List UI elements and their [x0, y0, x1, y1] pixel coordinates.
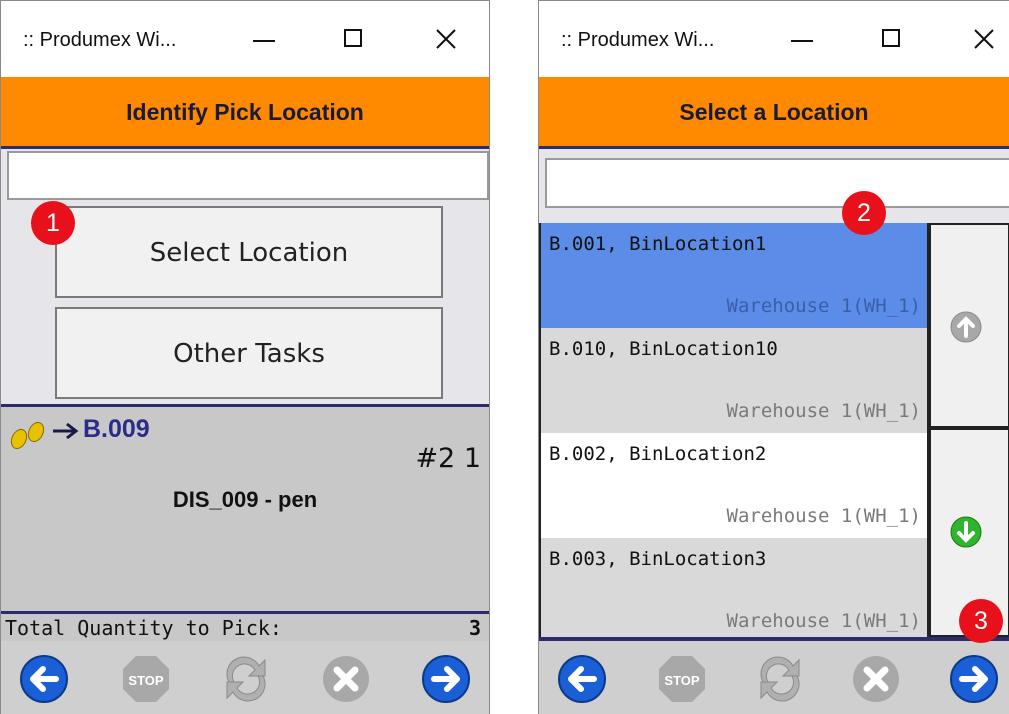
pick-location: B.009: [83, 415, 150, 443]
location-code: B.010, BinLocation10: [549, 338, 778, 360]
footsteps-icon: [10, 421, 45, 450]
location-code: B.001, BinLocation1: [549, 233, 767, 255]
screen-header: Select a Location: [539, 77, 1009, 149]
search-input[interactable]: [545, 158, 1009, 208]
arrow-right-icon: [53, 422, 79, 440]
refresh-icon[interactable]: [755, 654, 805, 704]
location-row[interactable]: B.003, BinLocation3 Warehouse 1(WH_1): [541, 538, 927, 637]
screen-title: Identify Pick Location: [126, 99, 364, 125]
step-badge-2: 2: [842, 191, 886, 235]
stop-icon[interactable]: STOP: [657, 654, 707, 704]
stop-label: STOP: [128, 673, 163, 688]
right-window: :: Produmex Wi... Select a Location B.00…: [538, 0, 1009, 714]
stop-icon[interactable]: STOP: [121, 654, 171, 704]
window-title: :: Produmex Wi...: [23, 29, 177, 51]
bottom-toolbar: STOP: [539, 641, 1009, 714]
close-icon: [974, 29, 994, 49]
minimize-button[interactable]: [243, 19, 283, 59]
title-bar: :: Produmex Wi...: [539, 1, 1009, 77]
left-window: :: Produmex Wi... Identify Pick Location…: [0, 0, 490, 714]
location-code: B.003, BinLocation3: [549, 548, 767, 570]
location-row[interactable]: B.010, BinLocation10 Warehouse 1(WH_1): [541, 328, 927, 433]
down-arrow-icon: [950, 516, 982, 548]
maximize-button[interactable]: [872, 19, 912, 59]
pick-item: DIS_009 - pen: [172, 487, 318, 512]
screen-header: Identify Pick Location: [1, 77, 489, 149]
location-warehouse: Warehouse 1(WH_1): [726, 610, 921, 632]
close-button[interactable]: [426, 19, 466, 59]
search-input[interactable]: [7, 151, 489, 200]
close-icon: [436, 29, 456, 49]
location-warehouse: Warehouse 1(WH_1): [726, 295, 921, 317]
location-list[interactable]: B.001, BinLocation1 Warehouse 1(WH_1) B.…: [539, 223, 929, 637]
up-arrow-icon: [950, 311, 982, 343]
stop-label: STOP: [664, 673, 699, 688]
location-row[interactable]: B.001, BinLocation1 Warehouse 1(WH_1): [541, 223, 927, 328]
scroll-up-button[interactable]: [929, 223, 1009, 428]
location-warehouse: Warehouse 1(WH_1): [726, 400, 921, 422]
bottom-toolbar: STOP: [1, 641, 489, 714]
window-title: :: Produmex Wi...: [561, 29, 715, 51]
minimize-button[interactable]: [781, 19, 821, 59]
refresh-icon[interactable]: [221, 654, 271, 704]
next-arrow-icon[interactable]: [949, 654, 999, 704]
pick-info-panel: B.009 #2 1 DIS_009 - pen: [1, 404, 489, 614]
total-value: 3: [468, 616, 481, 640]
cancel-icon[interactable]: [851, 654, 901, 704]
total-label: Total Quantity to Pick:: [5, 616, 282, 640]
back-arrow-icon[interactable]: [19, 654, 69, 704]
back-arrow-icon[interactable]: [557, 654, 607, 704]
select-location-button[interactable]: Select Location: [55, 206, 443, 298]
location-code: B.002, BinLocation2: [549, 443, 767, 465]
title-bar: :: Produmex Wi...: [1, 1, 489, 77]
screen-title: Select a Location: [679, 99, 869, 125]
location-row[interactable]: B.002, BinLocation2 Warehouse 1(WH_1): [541, 433, 927, 538]
total-quantity-bar: Total Quantity to Pick: 3: [1, 611, 489, 645]
step-badge-1: 1: [31, 201, 75, 245]
close-button[interactable]: [964, 19, 1004, 59]
step-badge-3: 3: [959, 599, 1003, 643]
next-arrow-icon[interactable]: [421, 654, 471, 704]
cancel-icon[interactable]: [321, 654, 371, 704]
location-warehouse: Warehouse 1(WH_1): [726, 505, 921, 527]
other-tasks-button[interactable]: Other Tasks: [55, 307, 443, 399]
maximize-button[interactable]: [334, 19, 374, 59]
pick-sequence: #2 1: [415, 443, 481, 474]
